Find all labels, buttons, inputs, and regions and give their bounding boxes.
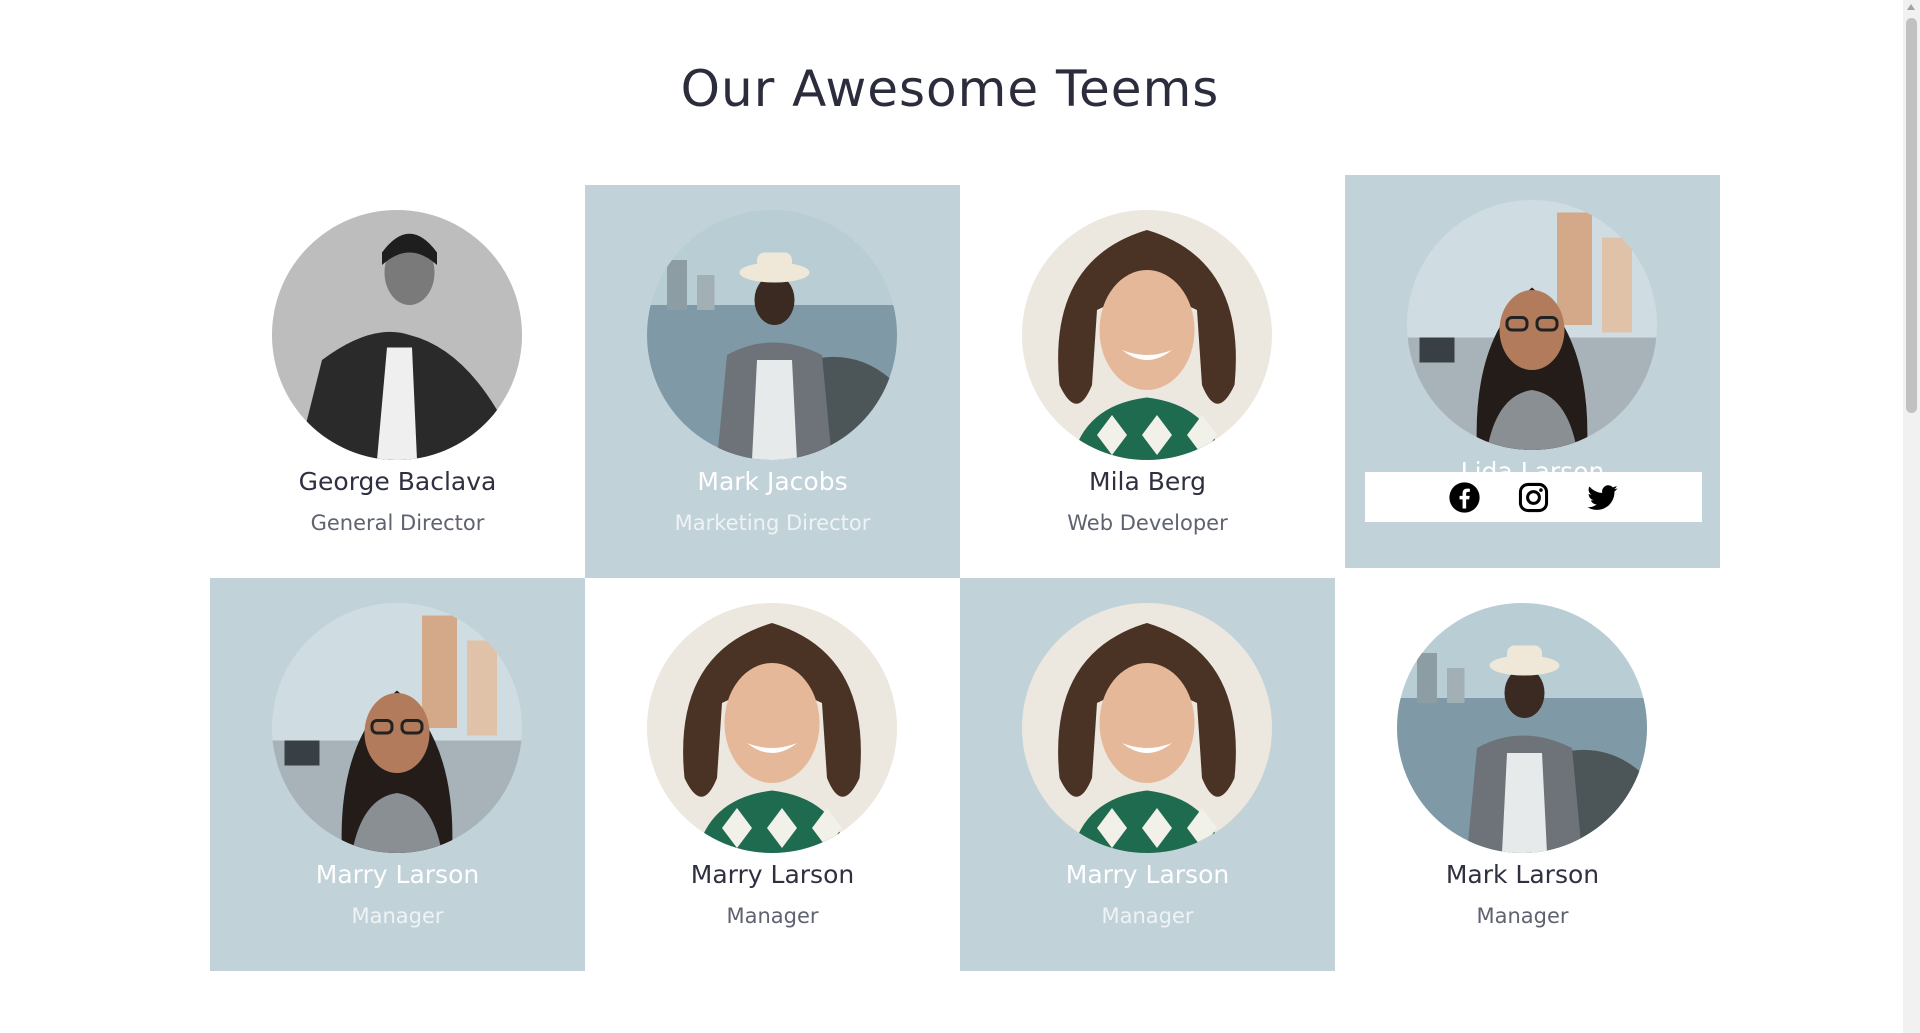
scroll-up-arrow-icon[interactable] [1907, 4, 1915, 10]
member-role: Manager [1101, 904, 1194, 928]
member-role: Manager [351, 904, 444, 928]
twitter-icon[interactable] [1586, 481, 1619, 514]
member-photo [1397, 603, 1647, 853]
member-role: General Director [310, 511, 485, 535]
team-card[interactable]: Mark Larson Manager [1335, 578, 1710, 971]
page-title: Our Awesome Teems [680, 60, 1220, 118]
member-photo [272, 210, 522, 460]
member-role: Manager [726, 904, 819, 928]
facebook-icon[interactable] [1448, 481, 1481, 514]
team-card[interactable]: Marry Larson Manager [210, 578, 585, 971]
team-card[interactable]: Marry Larson Manager [585, 578, 960, 971]
member-role: Manager [1476, 904, 1569, 928]
instagram-icon[interactable] [1517, 481, 1550, 514]
member-photo [272, 603, 522, 853]
member-role: Web Developer [1067, 511, 1228, 535]
member-name: Marry Larson [315, 860, 480, 889]
member-name: Mark Jacobs [697, 467, 848, 496]
member-name: Marry Larson [690, 860, 855, 889]
member-name: Marry Larson [1065, 860, 1230, 889]
scrollbar-thumb[interactable] [1906, 18, 1917, 413]
member-name: Mark Larson [1445, 860, 1600, 889]
member-photo [1407, 200, 1657, 450]
team-card[interactable]: Marry Larson Manager [960, 578, 1335, 971]
member-name: George Baclava [298, 467, 497, 496]
vertical-scrollbar[interactable] [1903, 0, 1920, 1033]
social-links [1365, 472, 1702, 522]
member-name: Mila Berg [1089, 467, 1206, 496]
member-role: Marketing Director [674, 511, 871, 535]
team-card[interactable]: Mark Jacobs Marketing Director [585, 185, 960, 578]
member-photo [1022, 603, 1272, 853]
member-photo [647, 210, 897, 460]
member-photo [1022, 210, 1272, 460]
team-card[interactable]: George Baclava General Director [210, 185, 585, 578]
team-card[interactable]: Mila Berg Web Developer [960, 185, 1335, 578]
team-card[interactable]: Lida Larson [1345, 175, 1720, 568]
member-photo [647, 603, 897, 853]
